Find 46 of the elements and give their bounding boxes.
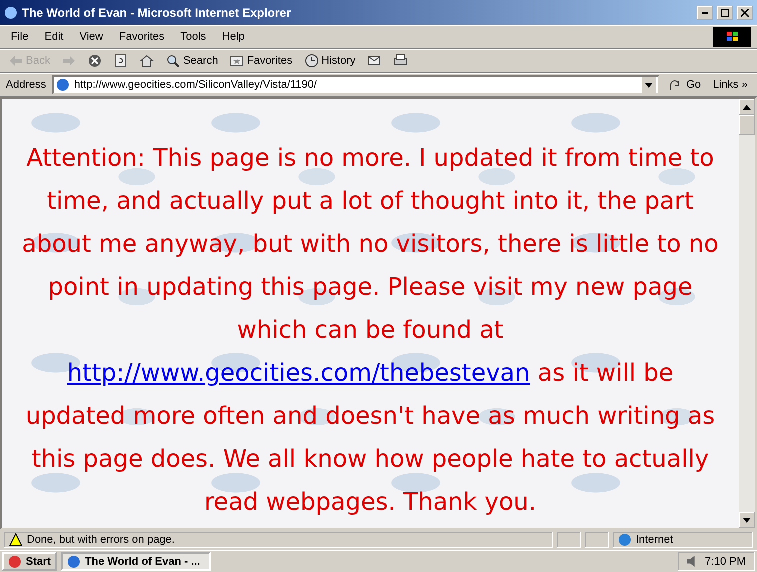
status-text: Done, but with errors on page.	[27, 534, 175, 546]
favorites-folder-icon	[230, 54, 244, 68]
status-panel	[585, 532, 609, 548]
menu-item[interactable]: View	[74, 29, 108, 45]
favorites-folder-button[interactable]: Favorites	[227, 53, 296, 69]
refresh-icon	[114, 54, 128, 68]
clock: 7:10 PM	[705, 556, 746, 568]
menu-item[interactable]: Help	[217, 29, 250, 45]
stop-icon	[88, 54, 102, 68]
go-button[interactable]: Go	[666, 77, 704, 93]
maximize-icon	[721, 8, 729, 16]
search-icon	[166, 54, 180, 68]
history-clock-icon	[304, 54, 319, 68]
menu-item[interactable]: Favorites	[114, 29, 170, 45]
menu-item[interactable]: Tools	[176, 29, 212, 45]
search-button[interactable]: Search	[163, 53, 222, 69]
status-panel	[557, 532, 581, 548]
window-title: The World of Evan - Microsoft Internet Explorer	[22, 6, 292, 20]
links-button[interactable]: Links »	[710, 78, 751, 92]
menu-item[interactable]: Edit	[40, 29, 69, 45]
home-icon	[140, 54, 154, 68]
address-label: Address	[6, 79, 46, 91]
maximize-button[interactable]	[717, 6, 733, 20]
printer-icon	[394, 54, 408, 68]
vertical-scrollbar[interactable]	[739, 99, 755, 528]
close-icon	[741, 8, 749, 16]
minimize-button[interactable]	[697, 6, 713, 20]
start-button[interactable]: Start	[2, 552, 58, 571]
forward-arrow-icon	[62, 54, 76, 68]
up-arrow-icon	[743, 104, 751, 110]
page-link[interactable]: http://www.geocities.com/thebestevan	[67, 359, 530, 387]
speaker-icon	[687, 556, 696, 567]
warning-icon	[9, 533, 23, 547]
menu-item[interactable]: File	[6, 29, 34, 45]
zone-label: Internet	[636, 534, 674, 546]
history-clock-button[interactable]: History	[302, 53, 359, 69]
address-field[interactable]: http://www.geocities.com/SiliconValley/Vista/1190/	[52, 75, 660, 95]
close-button[interactable]	[737, 6, 753, 20]
mail-icon	[368, 54, 382, 68]
windows-logo-icon	[713, 27, 751, 47]
notice-paragraph: Attention: This page is no more. I updated it from time to time, and actually put a lot of thought into it, the part about me anyway, but with no visitors, there is little to no point in updating this page. Please visit my new page which can be found at http://www.geocities.com/thebestevan as it will be updated more often and doesn't have as much writing as this page does. We all know how people hate to actually read webpages. Thank you.	[21, 143, 720, 518]
taskbar-button[interactable]: The World of Evan - ...	[61, 552, 212, 571]
scrollbar-thumb[interactable]	[739, 115, 755, 135]
minimize-icon	[702, 12, 708, 14]
back-arrow-icon	[9, 54, 23, 68]
down-arrow-icon	[743, 518, 751, 522]
